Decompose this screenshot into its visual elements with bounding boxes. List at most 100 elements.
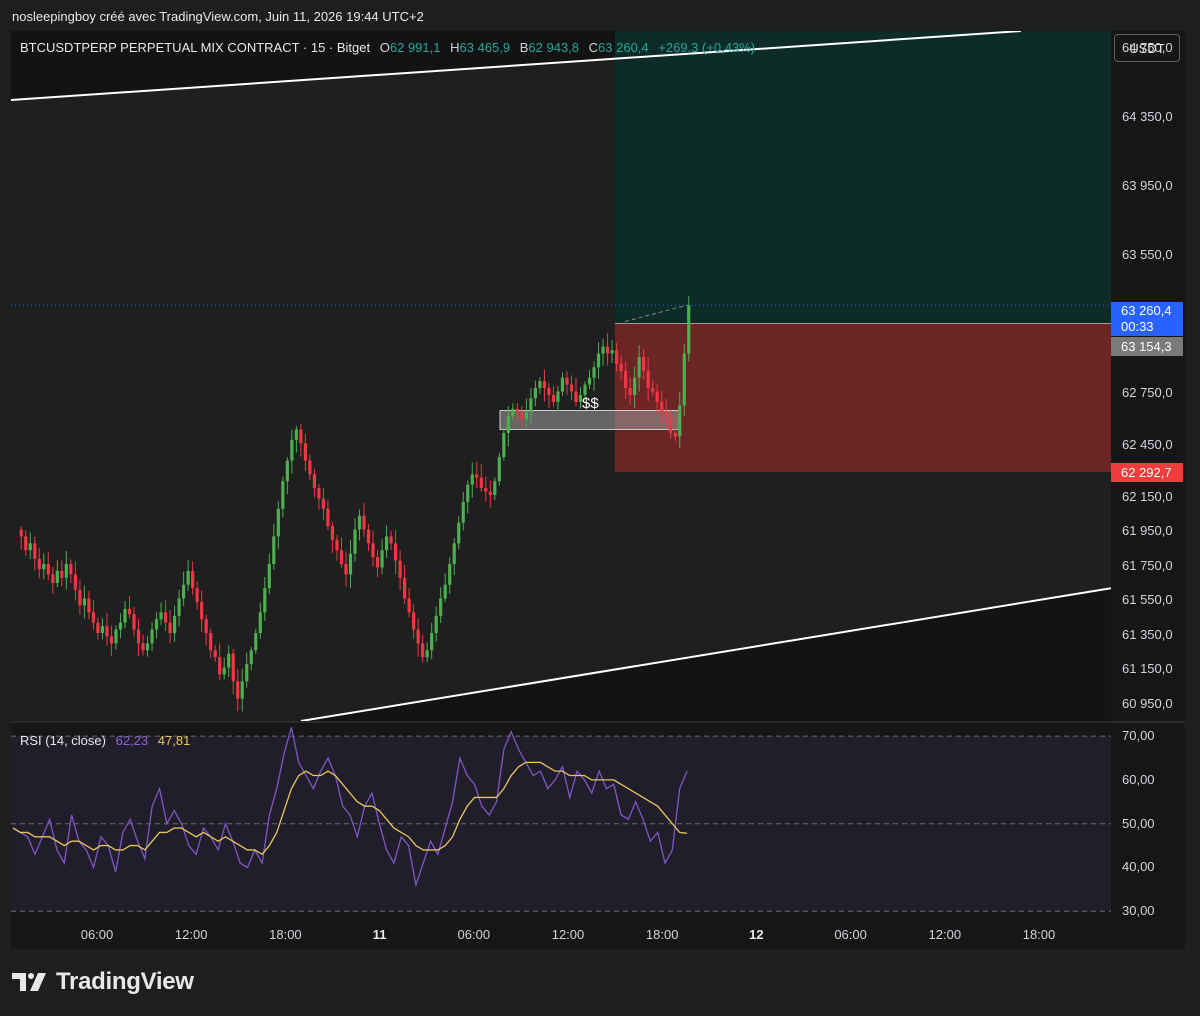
candle-body	[380, 550, 384, 568]
price-tick-label: 61 550,0	[1122, 592, 1173, 608]
candle-body	[610, 350, 614, 354]
candle-body	[655, 391, 659, 402]
rsi-tick-label: 60,00	[1122, 771, 1155, 787]
price-tick-label: 61 950,0	[1122, 523, 1173, 539]
candle-body	[533, 388, 538, 399]
candle-body	[425, 650, 429, 658]
candle-body	[236, 681, 240, 699]
change-value: +269,3 (+0,43%)	[658, 40, 756, 55]
time-tick-label: 12:00	[928, 927, 962, 942]
rsi-tick-label: 30,00	[1122, 903, 1155, 919]
candle-body	[245, 664, 249, 682]
candle-body	[87, 598, 91, 613]
candle-body	[213, 650, 217, 658]
candle-body	[28, 543, 32, 551]
candle-body	[466, 484, 470, 502]
time-tick-label: 18:00	[645, 927, 679, 942]
candle-body	[254, 633, 258, 651]
symbol-title[interactable]: BTCUSDTPERP PERPETUAL MIX CONTRACT · 15 …	[20, 40, 370, 55]
candle-body	[150, 629, 154, 644]
candle-body	[412, 612, 416, 630]
candle-body	[51, 574, 55, 583]
candle-body	[308, 460, 312, 475]
candle-body	[488, 491, 492, 496]
candle-body	[587, 377, 592, 385]
candle-body	[69, 564, 73, 575]
candle-body	[123, 608, 127, 623]
candle-body	[317, 488, 321, 499]
price-tick-label: 62 750,0	[1122, 385, 1173, 401]
candle-body	[272, 536, 276, 565]
candle-body	[339, 550, 344, 565]
time-tick-label: 06:00	[457, 927, 491, 942]
candle-body	[614, 350, 619, 364]
candle-body	[416, 629, 420, 644]
time-tick-label: 06:00	[834, 927, 867, 942]
price-tick-label: 62 150,0	[1122, 488, 1173, 504]
candle-body	[321, 498, 326, 509]
time-tick-label: 18:00	[1022, 927, 1056, 942]
candle-body	[389, 536, 393, 544]
candle-body	[583, 384, 587, 395]
candle-body	[168, 622, 172, 634]
rsi-title[interactable]: RSI (14, close)	[20, 733, 106, 748]
candle-body	[222, 667, 226, 675]
rsi-chart[interactable]	[11, 723, 1111, 920]
candle-body	[240, 681, 244, 699]
candle-body	[551, 394, 556, 402]
candle-body	[344, 564, 348, 575]
rsi-pane[interactable]	[11, 723, 1111, 920]
symbol-legend: BTCUSDTPERP PERPETUAL MIX CONTRACT · 15 …	[20, 40, 755, 55]
price-axis[interactable]	[1111, 31, 1185, 721]
liquidity-annotation[interactable]: $$	[582, 395, 599, 412]
candle-body	[511, 408, 515, 416]
candle-body	[145, 643, 150, 651]
candle-body	[560, 377, 565, 392]
candle-body	[357, 515, 362, 530]
candle-body	[407, 598, 411, 613]
candle-body	[605, 346, 610, 354]
candle-body	[186, 570, 190, 585]
candle-body	[651, 388, 655, 392]
last-price-tag: 63 260,4 00:33	[1111, 302, 1183, 336]
candle-body	[515, 408, 519, 413]
candle-body	[448, 564, 452, 585]
candle-body	[141, 643, 145, 651]
time-tick-label: 06:00	[80, 927, 114, 942]
candle-body	[136, 629, 141, 644]
candle-body	[687, 305, 691, 354]
candle-body	[682, 353, 686, 406]
candle-body	[163, 612, 168, 623]
candle-body	[19, 529, 23, 537]
candle-body	[78, 589, 82, 606]
candle-body	[637, 357, 641, 378]
candle-body	[664, 412, 668, 416]
price-tick-label: 63 550,0	[1122, 247, 1173, 263]
candle-body	[290, 439, 294, 461]
price-tick-label: 61 750,0	[1122, 557, 1173, 573]
candle-body	[172, 615, 177, 634]
candle-body	[127, 608, 132, 615]
price-chart[interactable]	[11, 31, 1111, 721]
candle-body	[529, 398, 533, 413]
tradingview-brand[interactable]: TradingView	[12, 968, 194, 996]
time-tick-label: 11	[372, 927, 387, 942]
open-value: 62 991,1	[389, 40, 441, 55]
candle-body	[55, 570, 59, 583]
high-label: H	[450, 40, 460, 55]
candle-body	[191, 570, 195, 589]
candle-body	[96, 622, 100, 634]
candle-body	[326, 508, 330, 527]
candle-body	[159, 612, 163, 620]
candle-body	[502, 432, 506, 458]
candle-body	[195, 588, 199, 602]
candle-body	[263, 588, 267, 613]
time-tick-label: 12:00	[174, 927, 208, 942]
price-pane[interactable]	[11, 31, 1111, 721]
open-label: O	[379, 40, 390, 55]
candle-body	[348, 553, 353, 575]
candle-body	[353, 529, 357, 554]
candle-body	[646, 370, 650, 389]
price-tick-label: 64 750,0	[1122, 40, 1173, 56]
candle-body	[470, 474, 474, 485]
